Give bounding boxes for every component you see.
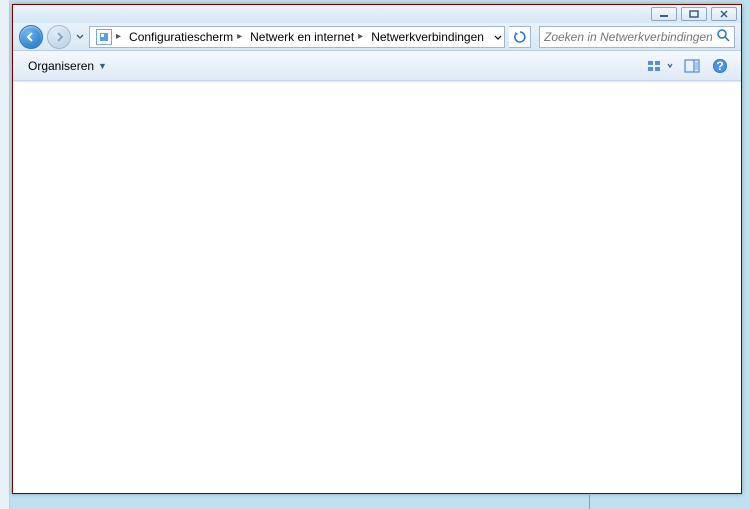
maximize-icon xyxy=(689,10,699,18)
background-divider xyxy=(589,495,590,509)
breadcrumb-label: Netwerkverbindingen xyxy=(371,30,484,44)
search-box[interactable] xyxy=(539,26,735,48)
search-input[interactable] xyxy=(544,30,712,44)
chevron-down-icon xyxy=(667,63,673,69)
desktop-edge-fragment xyxy=(0,0,10,509)
chevron-down-icon xyxy=(494,35,502,41)
control-panel-icon xyxy=(96,29,112,45)
svg-text:?: ? xyxy=(716,59,723,73)
breadcrumb-label: Configuratiescherm xyxy=(129,30,233,44)
command-toolbar: Organiseren ▼ ? xyxy=(13,51,741,81)
nav-history-dropdown[interactable] xyxy=(75,34,85,40)
minimize-icon xyxy=(659,10,669,18)
maximize-button[interactable] xyxy=(681,7,707,21)
breadcrumb-chevron-icon: ▸ xyxy=(237,31,242,42)
breadcrumb-root[interactable]: ▸ xyxy=(92,27,125,47)
breadcrumb-bar[interactable]: ▸ Configuratiescherm ▸ Netwerk en intern… xyxy=(89,26,505,48)
refresh-button[interactable] xyxy=(509,26,531,48)
chevron-down-icon: ▼ xyxy=(98,61,107,71)
chevron-down-icon xyxy=(76,34,84,40)
minimize-button[interactable] xyxy=(651,7,677,21)
preview-pane-icon xyxy=(684,59,700,73)
help-icon: ? xyxy=(712,58,728,74)
preview-pane-button[interactable] xyxy=(679,55,705,77)
breadcrumb-seg-2[interactable]: Netwerk en internet ▸ xyxy=(246,27,367,47)
breadcrumb-chevron-icon: ▸ xyxy=(358,31,363,42)
search-icon[interactable] xyxy=(716,28,730,45)
explorer-window: ▸ Configuratiescherm ▸ Netwerk en intern… xyxy=(12,4,742,494)
help-button[interactable]: ? xyxy=(707,55,733,77)
forward-button[interactable] xyxy=(47,25,71,49)
window-titlebar[interactable] xyxy=(13,5,741,23)
forward-arrow-icon xyxy=(53,31,65,43)
refresh-icon xyxy=(513,30,527,44)
address-bar: ▸ Configuratiescherm ▸ Netwerk en intern… xyxy=(13,23,741,51)
breadcrumb-seg-3[interactable]: Netwerkverbindingen xyxy=(367,27,488,47)
view-icon xyxy=(647,59,661,73)
organize-button[interactable]: Organiseren ▼ xyxy=(21,55,114,77)
view-options-button[interactable] xyxy=(643,55,677,77)
close-button[interactable] xyxy=(711,7,737,21)
back-button[interactable] xyxy=(19,25,43,49)
breadcrumb-chevron-icon: ▸ xyxy=(116,31,121,42)
breadcrumb-seg-1[interactable]: Configuratiescherm ▸ xyxy=(125,27,246,47)
content-area[interactable] xyxy=(13,81,741,493)
close-icon xyxy=(719,10,729,18)
breadcrumb-label: Netwerk en internet xyxy=(250,30,354,44)
back-arrow-icon xyxy=(25,31,37,43)
breadcrumb-dropdown[interactable] xyxy=(488,30,505,44)
organize-label: Organiseren xyxy=(28,59,94,73)
